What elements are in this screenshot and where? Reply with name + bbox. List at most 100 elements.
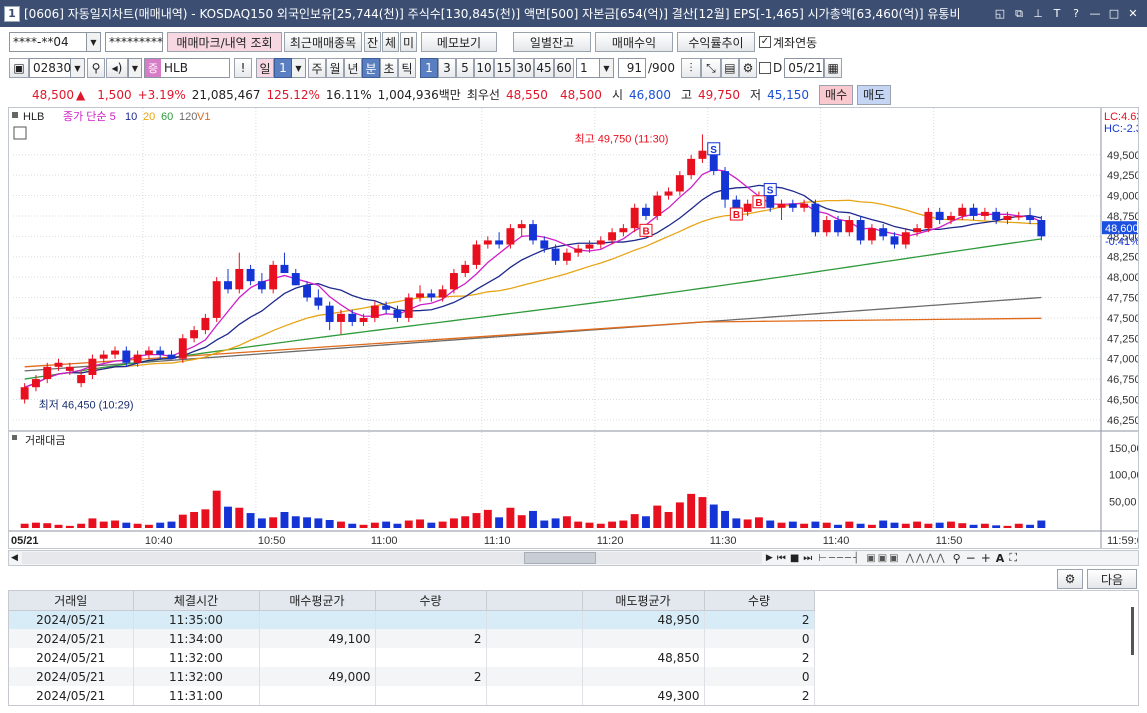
legend-item: 10	[125, 111, 137, 123]
sound-dropdown-icon[interactable]: ▼	[128, 58, 142, 78]
candle-body	[20, 387, 29, 400]
scroll-thumb[interactable]	[523, 552, 596, 564]
check-icon[interactable]: ✓	[759, 36, 771, 48]
table-row[interactable]: 2024/05/21 11:35:00 48,950 2	[9, 610, 815, 629]
account-link-checkbox[interactable]: ✓ 계좌연동	[759, 34, 817, 51]
code-dropdown-icon[interactable]: ▼	[71, 58, 85, 78]
table-row[interactable]: 2024/05/21 11:31:00 49,300 2	[9, 686, 815, 705]
split-icon[interactable]: ◱	[992, 6, 1008, 22]
trade-history-panel: 거래일 체결시간 매수평균가 수량 매도평균가 수량 2024/05/21 11:…	[8, 590, 1139, 706]
candlestick-chart[interactable]: 49,50049,25049,00048,75048,50048,25048,0…	[9, 108, 1147, 548]
toolbar-chart: ▣ 028300 ▼ ⚲ ◂) ▼ 증 HLB ! 일 1 ▼ 주 월 년 분 …	[0, 57, 1147, 79]
volume-bar	[427, 522, 436, 528]
zoom-out-icon[interactable]: −	[966, 551, 976, 565]
minute-60[interactable]: 60	[554, 58, 574, 78]
save-icon[interactable]: ▤	[720, 58, 739, 78]
minute-45[interactable]: 45	[534, 58, 554, 78]
sell-button[interactable]: 매도	[857, 84, 892, 105]
restore-window-icon[interactable]: ⧉	[1011, 6, 1027, 22]
date-input[interactable]: 05/21	[784, 58, 825, 78]
x-tick-label: 10:50	[258, 535, 286, 547]
period-year[interactable]: 년	[344, 58, 362, 78]
count-input[interactable]: 91	[618, 58, 646, 78]
table-scrollbar[interactable]	[1131, 607, 1134, 655]
minute-1[interactable]: 1	[420, 58, 438, 78]
period-month[interactable]: 월	[326, 58, 344, 78]
best-ask-label: 최우선	[466, 88, 500, 102]
profit-trend-button[interactable]: 수익률추이	[677, 32, 755, 52]
unit-dropdown-icon[interactable]: ▼	[600, 58, 614, 78]
minute-3[interactable]: 3	[438, 58, 456, 78]
volume-bar	[551, 518, 560, 528]
period-week[interactable]: 주	[308, 58, 326, 78]
font-icon[interactable]: T	[1049, 6, 1065, 22]
cell-buy-avg	[259, 686, 376, 705]
help-icon[interactable]: ?	[1068, 6, 1084, 22]
volume-bar	[99, 521, 108, 528]
period-tick[interactable]: 틱	[398, 58, 416, 78]
daily-balance-button[interactable]: 일별잔고	[513, 32, 591, 52]
volume-bar	[529, 510, 537, 528]
scroll-right-icon[interactable]: ▶	[766, 553, 773, 563]
stop-icon[interactable]: ■	[790, 553, 799, 564]
hc-label: HC:-2.31	[1104, 123, 1138, 135]
scroll-track[interactable]	[21, 552, 762, 564]
settings-icon[interactable]: ⚙	[738, 58, 757, 78]
chart-scroll-bar[interactable]: ◀ ▶ ⏮ ■ ⏭ ⊢───┤ ▣▣▣ ⋀⋀⋀⋀ ⚲ − + A ⛶	[8, 550, 1139, 566]
period-dropdown-icon[interactable]: ▼	[292, 58, 306, 78]
code-search-icon[interactable]: ▣	[9, 58, 29, 78]
table-row[interactable]: 2024/05/21 11:34:00 49,100 2 0	[9, 629, 815, 648]
fit-icon[interactable]: ⛶	[1009, 551, 1017, 565]
calendar-icon[interactable]: ▦	[824, 58, 843, 78]
buy-button[interactable]: 매수	[819, 84, 854, 105]
table-settings-icon[interactable]: ⚙	[1057, 569, 1083, 589]
unit-input[interactable]: 1	[576, 58, 600, 78]
unexecuted-button[interactable]: 미	[400, 32, 417, 52]
scroll-left-icon[interactable]: ◀	[11, 553, 18, 563]
text-icon[interactable]: A	[996, 552, 1005, 565]
account-select[interactable]: ****-**04	[9, 32, 87, 52]
zoom-search-icon[interactable]: ⚲	[953, 552, 961, 565]
trade-profit-button[interactable]: 매매수익	[595, 32, 673, 52]
period-day-unit[interactable]: 1	[274, 58, 292, 78]
balance-button[interactable]: 잔	[364, 32, 381, 52]
period-day[interactable]: 일	[256, 58, 274, 78]
volume-bar	[913, 521, 922, 528]
alert-icon[interactable]: !	[234, 58, 252, 78]
minute-10[interactable]: 10	[474, 58, 494, 78]
minute-15[interactable]: 15	[494, 58, 514, 78]
password-field[interactable]: *********	[105, 32, 163, 52]
d-checkbox[interactable]	[758, 62, 771, 74]
minimize-icon[interactable]: —	[1087, 6, 1103, 22]
trade-mark-query-button[interactable]: 매매마크/내역 조회	[167, 32, 282, 52]
next-button[interactable]: 다음	[1087, 569, 1137, 589]
close-icon[interactable]: ✕	[1125, 6, 1141, 22]
stock-code-input[interactable]: 028300	[29, 58, 79, 78]
volume-bar	[517, 515, 526, 528]
candle-body	[574, 248, 583, 253]
table-row[interactable]: 2024/05/21 11:32:00 49,000 2 0	[9, 667, 815, 686]
table-row[interactable]: 2024/05/21 11:32:00 48,850 2	[9, 648, 815, 667]
zoom-tools-icon[interactable]: ⊢───┤ ▣▣▣ ⋀⋀⋀⋀	[818, 553, 946, 564]
period-minute[interactable]: 분	[362, 58, 380, 78]
candle-body	[325, 305, 334, 322]
minute-30[interactable]: 30	[514, 58, 534, 78]
pin-icon[interactable]: ⊥	[1030, 6, 1046, 22]
sound-icon[interactable]: ◂)	[106, 58, 128, 78]
period-second[interactable]: 초	[380, 58, 398, 78]
zoom-in-icon[interactable]: +	[981, 551, 991, 565]
next-icon[interactable]: ⏭	[803, 553, 812, 564]
minute-5[interactable]: 5	[456, 58, 474, 78]
chart-panel[interactable]: 49,500 49,250 49,000 48,750 48,500 48,250 48,0…	[8, 107, 1147, 549]
first-icon[interactable]: ⏮	[777, 553, 786, 564]
account-dropdown-icon[interactable]: ▼	[87, 32, 101, 52]
maximize-icon[interactable]: □	[1106, 6, 1122, 22]
executed-button[interactable]: 체	[382, 32, 399, 52]
memo-button[interactable]: 메모보기	[421, 32, 497, 52]
draw-tool-icon[interactable]: ⤡	[700, 58, 721, 78]
recent-trades-button[interactable]: 최근매매종목	[284, 32, 362, 52]
indicator-icon[interactable]: ⫶	[680, 58, 701, 78]
search-icon[interactable]: ⚲	[87, 58, 105, 78]
volume-bar	[359, 524, 368, 528]
stock-name-field[interactable]: 증 HLB	[144, 58, 230, 78]
